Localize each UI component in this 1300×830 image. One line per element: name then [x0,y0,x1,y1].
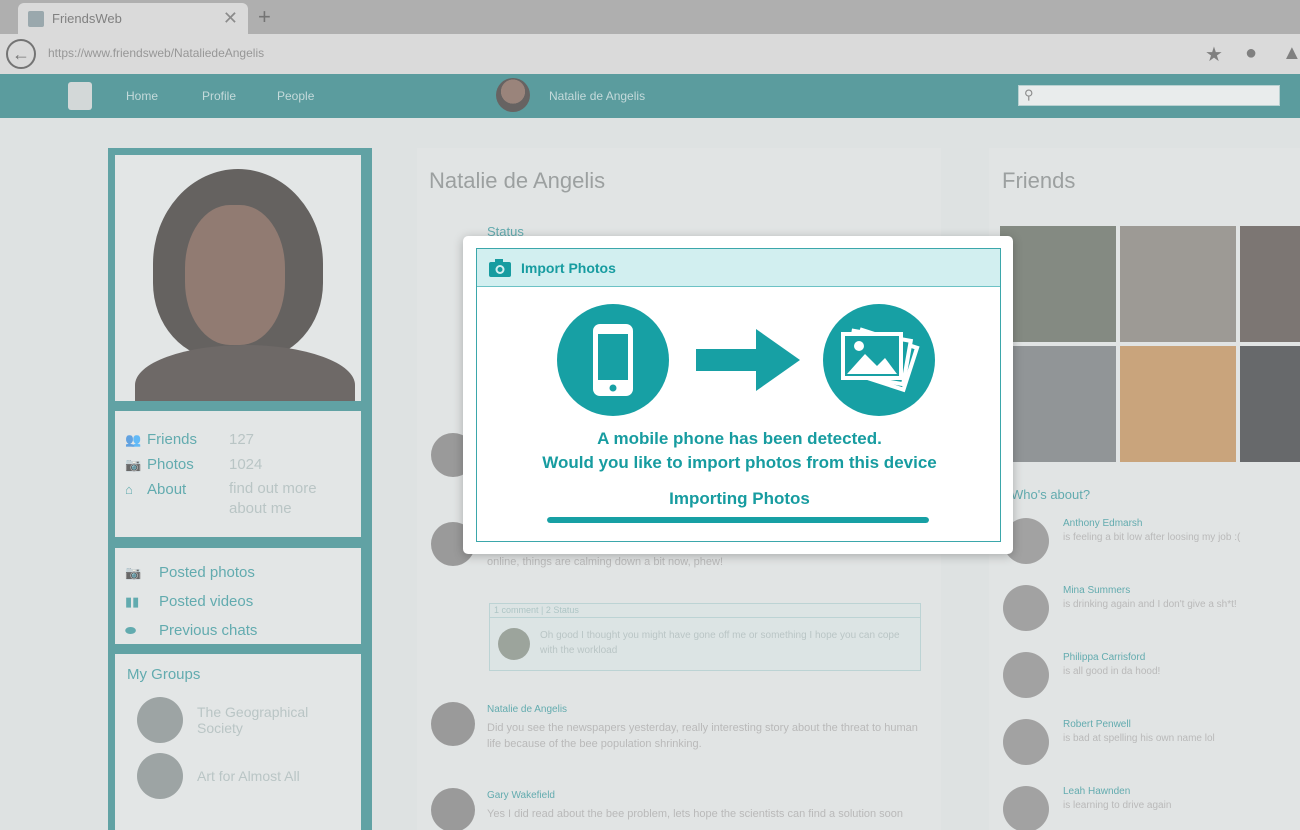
detection-message: A mobile phone has been detected. Would … [542,429,937,472]
progress-fill [547,517,929,523]
camera-icon [489,258,511,277]
import-photos-dialog: Import Photos A mobile phone has been de… [463,236,1013,554]
dialog-frame: Import Photos A mobile phone has been de… [476,248,1001,542]
progress-label: Importing Photos [669,489,810,508]
photo-gallery-icon [823,304,935,416]
dialog-header: Import Photos [477,249,1000,287]
dialog-title: Import Photos [521,259,616,276]
import-progress-bar [547,517,929,523]
arrow-right-icon [696,329,800,391]
mobile-phone-icon [557,304,669,416]
